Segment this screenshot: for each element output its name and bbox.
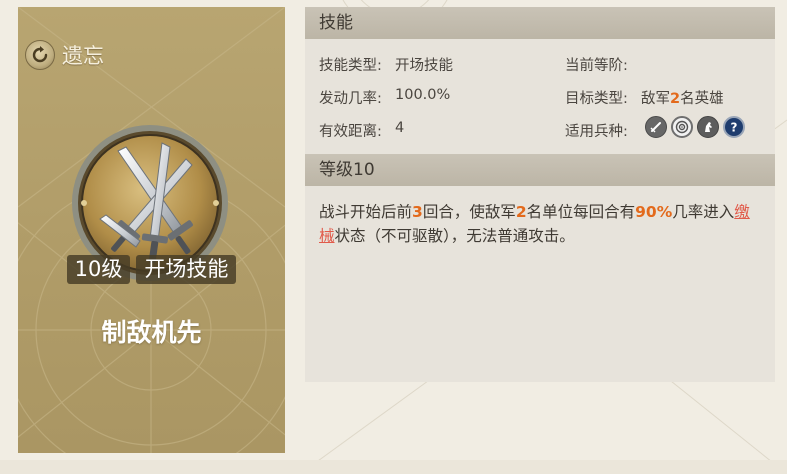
skill-name: 制敌机先: [101, 318, 202, 347]
desc-rounds: 3: [412, 203, 423, 221]
sword-troop-icon[interactable]: [645, 116, 667, 138]
level-section-header: 等级10: [305, 154, 775, 186]
forget-refresh-icon: [25, 40, 55, 70]
skill-description: 战斗开始后前3回合，使敌军2名单位每回合有90%几率进入缴械状态（不可驱散），无…: [319, 200, 759, 248]
troop-type-label: 适用兵种:: [565, 124, 628, 140]
skill-section-header: 技能: [305, 7, 775, 39]
level-badge: 10级: [66, 255, 131, 284]
skill-card: 遗忘 10级 开场技能 制敌机先: [18, 7, 285, 453]
desc-part2: 回合，使敌军: [422, 203, 516, 221]
range-value: 4: [395, 120, 405, 136]
desc-count: 2: [515, 203, 527, 221]
troop-icons: ?: [645, 116, 745, 138]
skill-detail-panel: 技能 技能类型: 开场技能 当前等阶: 发动几率: 100.0% 目标类型: 敌…: [305, 7, 775, 382]
target-count: 2: [670, 91, 681, 107]
unknown-question-icon[interactable]: ?: [723, 116, 745, 138]
target-suffix: 名英雄: [680, 91, 724, 107]
target-type-label: 目标类型:: [565, 91, 628, 107]
current-rank-label: 当前等阶:: [565, 58, 628, 74]
skill-type-label: 技能类型:: [319, 58, 382, 74]
range-label: 有效距离:: [319, 124, 382, 140]
trigger-rate-value: 100.0%: [395, 87, 451, 103]
archer-target-icon[interactable]: [671, 116, 693, 138]
desc-rate: 90%: [635, 203, 673, 221]
forget-label: 遗忘: [62, 44, 104, 68]
desc-part4: 几率进入: [672, 203, 735, 221]
badge-row: 10级 开场技能: [18, 255, 285, 284]
desc-part5: 状态（不可驱散），无法普通攻击。: [334, 227, 575, 245]
skill-type-badge: 开场技能: [136, 255, 237, 284]
desc-part3: 名单位每回合有: [526, 203, 636, 221]
target-prefix: 敌军: [641, 91, 670, 107]
trigger-rate-label: 发动几率:: [319, 91, 382, 107]
desc-part1: 战斗开始后前: [319, 203, 413, 221]
cavalry-horse-icon[interactable]: [697, 116, 719, 138]
forget-button[interactable]: 遗忘: [25, 40, 104, 70]
svg-text:?: ?: [731, 121, 738, 135]
target-type-value: 敌军2名英雄: [641, 87, 724, 108]
skill-type-value: 开场技能: [395, 58, 453, 74]
